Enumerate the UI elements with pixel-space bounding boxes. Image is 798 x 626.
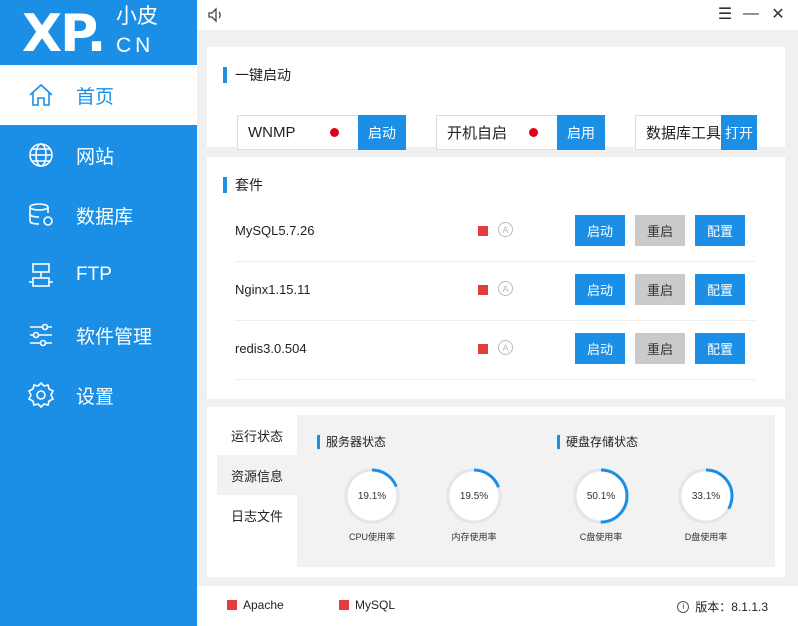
package-name: redis3.0.504 [235, 341, 307, 356]
config-button[interactable]: 配置 [695, 215, 745, 246]
start-button[interactable]: 启动 [575, 333, 625, 364]
logo-main: XP. [22, 4, 106, 64]
wnmp-label: WNMP [248, 124, 296, 141]
package-row-nginx: Nginx1.15.11 A 启动 重启 配置 [235, 262, 755, 321]
auto-start-icon[interactable]: A [498, 222, 513, 237]
cpu-gauge: 19.1% CPU使用率 [343, 467, 401, 543]
home-icon [26, 80, 56, 110]
autostart-status-dot [529, 128, 538, 137]
speaker-icon[interactable] [207, 6, 225, 24]
package-name: Nginx1.15.11 [235, 282, 311, 297]
main-content: 一键启动 WNMP 启动 开机自启 启用 数据库工具 打开 套件 MySQL5.… [197, 30, 798, 626]
disk-status-title: 硬盘存储状态 [557, 433, 638, 450]
gauge-label: CPU使用率 [348, 532, 395, 542]
globe-icon [26, 140, 56, 170]
tab-log-files[interactable]: 日志文件 [217, 495, 297, 535]
status-footer: Apache MySQL i 版本：8.1.1.3 [197, 586, 798, 626]
logo-cn-bottom: CN [116, 34, 155, 57]
config-button[interactable]: 配置 [695, 333, 745, 364]
status-indicator [227, 600, 237, 610]
sidebar-item-software[interactable]: 软件管理 [0, 305, 197, 365]
app-logo: XP. 小皮 CN [0, 0, 197, 64]
resource-content: 服务器状态 硬盘存储状态 19.1% CPU使用率 19.5% 内存使用率 50… [297, 415, 775, 567]
sidebar-item-database[interactable]: 数据库 [0, 185, 197, 245]
restart-button[interactable]: 重启 [635, 333, 685, 364]
start-button[interactable]: 启动 [575, 215, 625, 246]
autostart-box: 开机自启 启用 [436, 115, 605, 150]
sidebar-item-label: 软件管理 [76, 326, 153, 348]
database-icon [26, 200, 56, 230]
memory-gauge: 19.5% 内存使用率 [445, 467, 503, 543]
apache-status: Apache [227, 598, 284, 612]
start-button[interactable]: 启动 [575, 274, 625, 305]
d-drive-gauge: 33.1% D盘使用率 [677, 467, 735, 543]
sidebar-item-website[interactable]: 网站 [0, 125, 197, 185]
gear-icon [26, 380, 56, 410]
db-tool-open-button[interactable]: 打开 [721, 115, 757, 150]
auto-start-icon[interactable]: A [498, 281, 513, 296]
wnmp-status-dot [330, 128, 339, 137]
sidebar-item-label: 网站 [76, 146, 115, 168]
restart-button[interactable]: 重启 [635, 215, 685, 246]
info-icon: i [677, 600, 690, 613]
package-row-redis: redis3.0.504 A 启动 重启 配置 [235, 321, 755, 380]
status-indicator [478, 344, 488, 354]
db-tool-label: 数据库工具 [646, 125, 722, 142]
restart-button[interactable]: 重启 [635, 274, 685, 305]
quick-start-title: 一键启动 [223, 65, 291, 85]
wnmp-box: WNMP 启动 [237, 115, 406, 150]
status-panel: 运行状态 资源信息 日志文件 服务器状态 硬盘存储状态 19.1% CPU使用率 [207, 407, 785, 577]
package-name: MySQL5.7.26 [235, 223, 315, 238]
sidebar-item-label: 设置 [76, 386, 115, 408]
sidebar-nav: 首页 网站 数据库 FTP 软件管理 设置 [0, 65, 197, 425]
wnmp-start-button[interactable]: 启动 [358, 115, 406, 150]
db-tool-box: 数据库工具 打开 [635, 115, 757, 150]
quick-start-panel: 一键启动 WNMP 启动 开机自启 启用 数据库工具 打开 [207, 47, 785, 150]
gauge-value: 50.1% [586, 490, 616, 502]
sliders-icon [26, 320, 56, 350]
tab-resource-info[interactable]: 资源信息 [217, 455, 297, 495]
sidebar-item-label: 数据库 [76, 206, 134, 228]
packages-title: 套件 [223, 175, 263, 195]
gauge-value: 19.5% [459, 490, 489, 502]
gauge-value: 33.1% [691, 490, 721, 502]
status-indicator [339, 600, 349, 610]
server-status-title: 服务器状态 [317, 433, 386, 450]
sidebar-item-label: FTP [76, 264, 112, 285]
minimize-button[interactable]: — [742, 5, 760, 23]
close-button[interactable]: ✕ [769, 5, 787, 23]
gauge-label: D盘使用率 [684, 532, 728, 542]
autostart-enable-button[interactable]: 启用 [557, 115, 605, 150]
title-bar: ☰ — ✕ [197, 0, 798, 30]
menu-icon[interactable]: ☰ [716, 5, 734, 23]
c-drive-gauge: 50.1% C盘使用率 [572, 467, 630, 543]
autostart-label: 开机自启 [447, 125, 508, 142]
sidebar-item-label: 首页 [76, 86, 115, 108]
packages-panel: 套件 MySQL5.7.26 A 启动 重启 配置 Nginx1.15.11 A… [207, 157, 785, 399]
gauge-label: C盘使用率 [579, 532, 623, 542]
status-indicator [478, 285, 488, 295]
sidebar-item-ftp[interactable]: FTP [0, 245, 197, 305]
logo-cn-top: 小皮 [116, 5, 158, 28]
version-info: i 版本：8.1.1.3 [677, 598, 768, 615]
ftp-icon [26, 260, 56, 290]
sidebar-item-home[interactable]: 首页 [0, 65, 197, 125]
status-tabs: 运行状态 资源信息 日志文件 [217, 415, 297, 535]
sidebar-item-settings[interactable]: 设置 [0, 365, 197, 425]
status-indicator [478, 226, 488, 236]
tab-running-status[interactable]: 运行状态 [217, 415, 297, 455]
sidebar: XP. 小皮 CN 首页 网站 数据库 FTP 软件管理 设置 [0, 0, 197, 626]
gauge-value: 19.1% [357, 490, 387, 502]
mysql-status: MySQL [339, 598, 395, 612]
auto-start-icon[interactable]: A [498, 340, 513, 355]
config-button[interactable]: 配置 [695, 274, 745, 305]
package-row-mysql: MySQL5.7.26 A 启动 重启 配置 [235, 203, 755, 262]
gauge-label: 内存使用率 [451, 532, 497, 542]
